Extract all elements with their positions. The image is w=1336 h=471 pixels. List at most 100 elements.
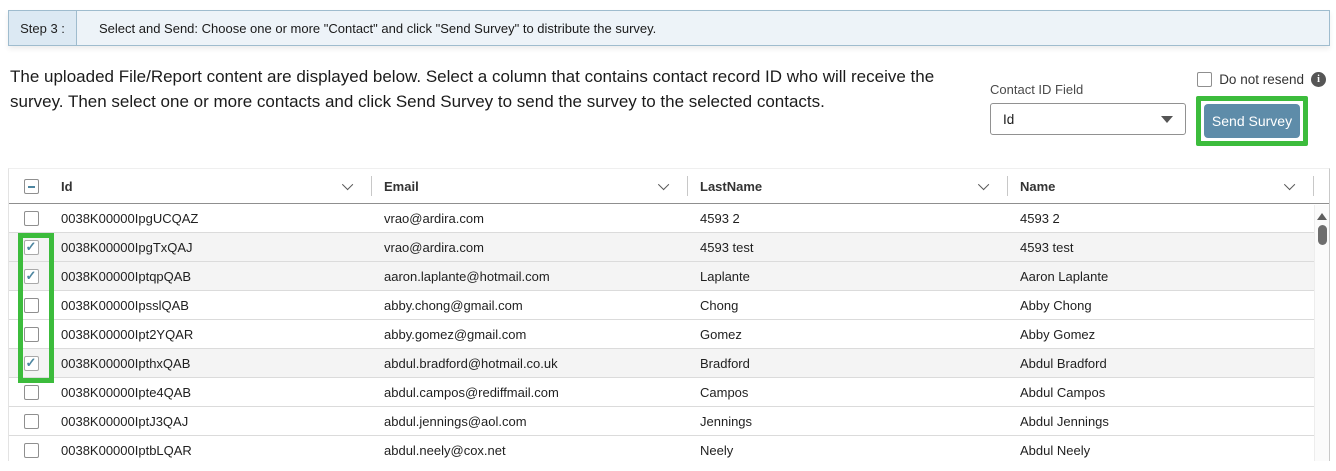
cell-last-name: 4593 2: [700, 210, 740, 226]
chevron-down-icon[interactable]: [657, 178, 670, 191]
cell-email: abby.gomez@gmail.com: [384, 326, 527, 342]
table-row: 0038K00000Ipt2YQAR abby.gomez@gmail.com Go…: [9, 320, 1329, 349]
chevron-down-icon[interactable]: [1283, 178, 1296, 191]
intro-row: The uploaded File/Report content are dis…: [10, 64, 1330, 162]
table-row: 0038K00000IpthxQAB abdul.bradford@hotmail…: [9, 349, 1329, 378]
intro-text: The uploaded File/Report content are dis…: [10, 67, 935, 111]
cell-id: 0038K00000IpgUCQAZ: [61, 210, 199, 226]
cell-name: Aaron Laplante: [1020, 268, 1109, 284]
cell-id: 0038K00000Ipte4QAB: [61, 384, 192, 400]
row-checkbox-cell: [9, 355, 53, 371]
contact-id-field-value: Id: [1003, 111, 1015, 127]
cell-last-name: Gomez: [700, 326, 742, 342]
row-checkbox-cell: [9, 442, 53, 458]
survey-send-page: Step 3 : Select and Send: Choose one or …: [0, 10, 1336, 461]
cell-last-name: Neely: [700, 442, 734, 458]
column-header-email-label[interactable]: Email: [384, 179, 419, 194]
cell-id: 0038K00000IptqpQAB: [61, 268, 192, 284]
cell-last-name: Bradford: [700, 355, 750, 371]
row-checkbox[interactable]: [23, 239, 39, 255]
cell-email: abdul.bradford@hotmail.co.uk: [384, 355, 558, 371]
scroll-thumb[interactable]: [1317, 225, 1327, 245]
contacts-table: Id Email LastName Name 0038K00000IpgUCQA…: [8, 168, 1330, 461]
cell-email: abby.chong@gmail.com: [384, 297, 523, 313]
column-header-email: Email: [371, 169, 687, 203]
column-header-name: Name: [1007, 169, 1313, 203]
do-not-resend-label: Do not resend: [1219, 72, 1304, 87]
contact-id-field-select[interactable]: Id: [990, 103, 1186, 135]
controls-panel: Do not resend Contact ID Field Id Send S…: [955, 64, 1330, 162]
cell-email: abdul.jennings@aol.com: [384, 413, 527, 429]
table-row: 0038K00000IptqpQAB aaron.laplante@hotmail…: [9, 262, 1329, 291]
do-not-resend-checkbox[interactable]: [1197, 72, 1213, 87]
row-checkbox-cell: [9, 239, 53, 255]
step-label: Step 3 :: [9, 11, 77, 45]
column-header-lastname: LastName: [687, 169, 1007, 203]
row-checkbox-cell: [9, 210, 53, 226]
cell-name: Abdul Bradford: [1020, 355, 1107, 371]
cell-name: Abdul Neely: [1020, 442, 1091, 458]
column-header-name-label[interactable]: Name: [1020, 179, 1055, 194]
header-scroll-gutter: [1313, 169, 1329, 203]
cell-name: Abdul Campos: [1020, 384, 1106, 400]
row-checkbox[interactable]: [23, 297, 39, 313]
row-checkbox[interactable]: [23, 442, 39, 458]
vertical-scrollbar[interactable]: [1314, 205, 1329, 461]
table-row: 0038K00000IptbLQAR abdul.neely@cox.net Nee…: [9, 436, 1329, 461]
row-checkbox-cell: [9, 384, 53, 400]
column-header-id: Id: [53, 169, 371, 203]
row-checkbox[interactable]: [23, 355, 39, 371]
do-not-resend-group: Do not resend: [1197, 72, 1326, 87]
row-checkbox[interactable]: [23, 326, 39, 342]
row-checkbox[interactable]: [23, 210, 39, 226]
row-checkbox-cell: [9, 326, 53, 342]
cell-id: 0038K00000Ipt2YQAR: [61, 326, 194, 342]
table-header: Id Email LastName Name: [9, 169, 1329, 204]
caret-down-icon: [1161, 115, 1173, 123]
table-row: 0038K00000IpsslQAB abby.chong@gmail.com Ch…: [9, 291, 1329, 320]
select-all-checkbox[interactable]: [23, 178, 39, 194]
contact-id-field-group: Contact ID Field Id: [990, 82, 1186, 135]
cell-last-name: 4593 test: [700, 239, 754, 255]
cell-id: 0038K00000IpgTxQAJ: [61, 239, 193, 255]
highlight-box-send-survey: Send Survey: [1196, 96, 1308, 146]
cell-email: vrao@ardira.com: [384, 239, 484, 255]
row-checkbox[interactable]: [23, 268, 39, 284]
cell-id: 0038K00000IptJ3QAJ: [61, 413, 189, 429]
column-header-lastname-label[interactable]: LastName: [700, 179, 762, 194]
row-checkbox[interactable]: [23, 413, 39, 429]
cell-last-name: Jennings: [700, 413, 753, 429]
step-bar: Step 3 : Select and Send: Choose one or …: [8, 10, 1330, 46]
cell-last-name: Chong: [700, 297, 739, 313]
cell-id: 0038K00000IpsslQAB: [61, 297, 189, 313]
cell-last-name: Campos: [700, 384, 749, 400]
select-all-cell: [9, 169, 53, 203]
cell-id: 0038K00000IptbLQAR: [61, 442, 192, 458]
table-body: 0038K00000IpgUCQAZ vrao@ardira.com 4593 2 4…: [9, 204, 1329, 461]
cell-id: 0038K00000IpthxQAB: [61, 355, 191, 371]
cell-email: vrao@ardira.com: [384, 210, 484, 226]
row-checkbox-cell: [9, 413, 53, 429]
info-circle-icon[interactable]: [1311, 72, 1326, 87]
cell-email: abdul.campos@rediffmail.com: [384, 384, 559, 400]
chevron-down-icon[interactable]: [977, 178, 990, 191]
step-message: Select and Send: Choose one or more "Con…: [99, 20, 657, 36]
cell-name: Abby Chong: [1020, 297, 1092, 313]
cell-name: 4593 2: [1020, 210, 1060, 226]
chevron-down-icon[interactable]: [341, 178, 354, 191]
cell-name: Abdul Jennings: [1020, 413, 1109, 429]
row-checkbox-cell: [9, 268, 53, 284]
contact-id-field-label: Contact ID Field: [990, 82, 1084, 97]
caret-up-icon[interactable]: [1317, 213, 1327, 220]
cell-name: Abby Gomez: [1020, 326, 1096, 342]
send-survey-button[interactable]: Send Survey: [1204, 104, 1300, 138]
cell-last-name: Laplante: [700, 268, 750, 284]
table-row: 0038K00000IpgUCQAZ vrao@ardira.com 4593 2 4…: [9, 204, 1329, 233]
column-header-id-label[interactable]: Id: [61, 179, 73, 194]
table-row: 0038K00000IptJ3QAJ abdul.jennings@aol.com…: [9, 407, 1329, 436]
row-checkbox[interactable]: [23, 384, 39, 400]
cell-email: abdul.neely@cox.net: [384, 442, 506, 458]
table-row: 0038K00000Ipte4QAB abdul.campos@rediffmai…: [9, 378, 1329, 407]
table-row: 0038K00000IpgTxQAJ vrao@ardira.com 4593 te…: [9, 233, 1329, 262]
cell-email: aaron.laplante@hotmail.com: [384, 268, 550, 284]
